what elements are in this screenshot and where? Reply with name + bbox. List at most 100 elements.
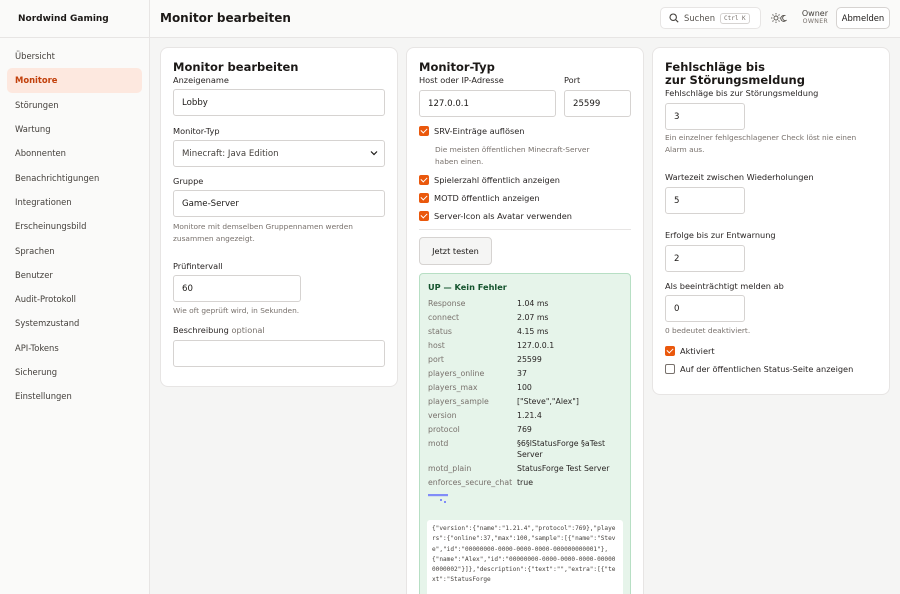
interval-label: Prüfintervall bbox=[173, 261, 223, 271]
players-public-checkbox[interactable]: Spielerzahl öffentlich anzeigen bbox=[419, 175, 560, 185]
srv-label: SRV-Einträge auflösen bbox=[434, 126, 525, 136]
failures-label: Fehlschläge bis zur Störungsmeldung bbox=[665, 88, 819, 98]
card-monitor-type: Monitor-Typ Host oder IP-Adresse 127.0.0… bbox=[406, 47, 644, 594]
user-menu[interactable]: Owner OWNER bbox=[800, 9, 828, 25]
brand-name: Nordwind Gaming bbox=[0, 0, 149, 38]
test-now-button[interactable]: Jetzt testen bbox=[419, 237, 492, 265]
result-key: port bbox=[428, 355, 444, 364]
result-value: 25599 bbox=[517, 355, 542, 364]
search-shortcut: Ctrl K bbox=[720, 12, 750, 24]
card-title: Monitor-Typ bbox=[419, 60, 495, 74]
result-key: Response bbox=[428, 299, 466, 308]
result-value: §6§lStatusForge §aTest Server bbox=[517, 439, 606, 459]
sidebar-item-sicherung[interactable]: Sicherung bbox=[7, 360, 142, 384]
motd-public-checkbox[interactable]: MOTD öffentlich anzeigen bbox=[419, 193, 540, 203]
result-key: players_online bbox=[428, 369, 485, 378]
name-label: Anzeigename bbox=[173, 75, 229, 85]
motd-public-label: MOTD öffentlich anzeigen bbox=[434, 193, 540, 203]
result-key: motd_plain bbox=[428, 464, 472, 473]
result-value: 37 bbox=[517, 369, 527, 378]
result-value: 100 bbox=[517, 383, 532, 392]
sidebar-nav: Übersicht Monitore Störungen Wartung Abonnen… bbox=[0, 38, 149, 408]
checkbox-unchecked-icon bbox=[665, 364, 675, 374]
name-input[interactable]: Lobby bbox=[173, 89, 385, 116]
result-key: version bbox=[428, 411, 457, 420]
result-value: true bbox=[517, 478, 534, 487]
srv-checkbox[interactable]: SRV-Einträge auflösen bbox=[419, 126, 524, 136]
result-key: players_max bbox=[428, 383, 478, 392]
failures-help: Ein einzelner fehlgeschlagener Check lös… bbox=[665, 132, 856, 156]
group-input[interactable]: Game-Server bbox=[173, 190, 385, 217]
result-value: ["Steve","Alex"] bbox=[517, 397, 579, 406]
user-role: OWNER bbox=[802, 18, 828, 25]
host-label: Host oder IP-Adresse bbox=[419, 75, 504, 85]
successes-input[interactable]: 2 bbox=[665, 245, 745, 272]
theme-toggle-icon[interactable] bbox=[771, 12, 787, 24]
sidebar: Nordwind Gaming Übersicht Monitore Störung… bbox=[0, 0, 150, 594]
result-key: status bbox=[428, 327, 452, 336]
user-name: Owner bbox=[801, 9, 828, 18]
search-button[interactable]: Suchen Ctrl K bbox=[660, 7, 761, 29]
test-result-panel: UP — Kein Fehler Response 1.04 ms connect 2… bbox=[419, 273, 631, 594]
srv-help-line-2: haben einen. bbox=[435, 157, 484, 166]
public-page-checkbox[interactable]: Auf der öffentlichen Status-Seite anzeig… bbox=[665, 364, 853, 374]
search-icon bbox=[669, 13, 679, 23]
divider bbox=[419, 229, 631, 230]
result-key: motd bbox=[428, 439, 449, 448]
type-select[interactable]: Minecraft: Java Edition bbox=[173, 140, 385, 167]
checkbox-checked-icon bbox=[419, 211, 429, 221]
logout-button[interactable]: Abmelden bbox=[836, 7, 890, 29]
type-select-value: Minecraft: Java Edition bbox=[182, 148, 279, 159]
result-key: connect bbox=[428, 313, 460, 322]
description-label-text: Beschreibung bbox=[173, 325, 229, 335]
result-value: 1.21.4 bbox=[517, 411, 542, 420]
sidebar-item-api-tokens[interactable]: API-Tokens bbox=[7, 336, 142, 360]
sidebar-item-benutzer[interactable]: Benutzer bbox=[7, 263, 142, 287]
players-public-label: Spielerzahl öffentlich anzeigen bbox=[434, 175, 560, 185]
sidebar-item-störungen[interactable]: Störungen bbox=[7, 93, 142, 117]
port-input[interactable]: 25599 bbox=[564, 90, 631, 117]
degraded-help: 0 bedeutet deaktiviert. bbox=[665, 326, 751, 335]
sidebar-item-monitore[interactable]: Monitore bbox=[7, 68, 142, 93]
result-value: 127.0.0.1 bbox=[517, 341, 555, 350]
sidebar-item-abonnenten[interactable]: Abonnenten bbox=[7, 141, 142, 165]
sidebar-item-audit-protokoll[interactable]: Audit-Protokoll bbox=[7, 287, 142, 311]
group-help-line-2: zusammen angezeigt. bbox=[173, 234, 255, 243]
result-key: players_sample bbox=[428, 397, 489, 406]
top-bar: Monitor bearbeiten Suchen Ctrl K Owner O… bbox=[150, 0, 900, 38]
sidebar-item-benachrichtigungen[interactable]: Benachrichtigungen bbox=[7, 165, 142, 189]
group-label: Gruppe bbox=[173, 176, 204, 186]
successes-label: Erfolge bis zur Entwarnung bbox=[665, 230, 776, 240]
card-failure-threshold: Fehlschläge bis zur Störungsmeldung Fehl… bbox=[652, 47, 890, 395]
srv-help-line-1: Die meisten öffentlichen Minecraft-Serve… bbox=[435, 145, 590, 154]
failures-input[interactable]: 3 bbox=[665, 103, 745, 130]
host-input[interactable]: 127.0.0.1 bbox=[419, 90, 556, 117]
result-value: 4.15 ms bbox=[517, 327, 549, 336]
chevron-down-icon bbox=[370, 151, 378, 156]
sidebar-item-erscheinungsbild[interactable]: Erscheinungsbild bbox=[7, 214, 142, 238]
checkbox-checked-icon bbox=[419, 126, 429, 136]
server-icon-checkbox[interactable]: Server-Icon als Avatar verwenden bbox=[419, 211, 572, 221]
result-key: protocol bbox=[428, 425, 460, 434]
checkbox-checked-icon bbox=[419, 175, 429, 185]
sidebar-item-wartung[interactable]: Wartung bbox=[7, 117, 142, 141]
sidebar-item-übersicht[interactable]: Übersicht bbox=[7, 44, 142, 68]
degraded-input[interactable]: 0 bbox=[665, 295, 745, 322]
result-key: host bbox=[428, 341, 445, 350]
enabled-checkbox[interactable]: Aktiviert bbox=[665, 346, 715, 356]
result-key: enforces_secure_chat bbox=[428, 478, 513, 487]
sidebar-item-sprachen[interactable]: Sprachen bbox=[7, 238, 142, 262]
sidebar-item-systemzustand[interactable]: Systemzustand bbox=[7, 311, 142, 335]
failures-help-line-2: Alarm aus. bbox=[665, 145, 705, 154]
checkbox-checked-icon bbox=[419, 193, 429, 203]
card-title: Fehlschläge bis zur Störungsmeldung bbox=[665, 61, 805, 87]
retry-wait-input[interactable]: 5 bbox=[665, 187, 745, 214]
public-page-label: Auf der öffentlichen Status-Seite anzeig… bbox=[680, 364, 854, 374]
raw-json-toggle-icon[interactable] bbox=[428, 494, 450, 504]
interval-input[interactable]: 60 bbox=[173, 275, 301, 302]
result-value: 769 bbox=[517, 425, 532, 434]
sidebar-item-integrationen[interactable]: Integrationen bbox=[7, 190, 142, 214]
description-label: Beschreibung optional bbox=[173, 325, 265, 335]
description-input[interactable] bbox=[173, 340, 385, 367]
sidebar-item-einstellungen[interactable]: Einstellungen bbox=[7, 384, 142, 408]
